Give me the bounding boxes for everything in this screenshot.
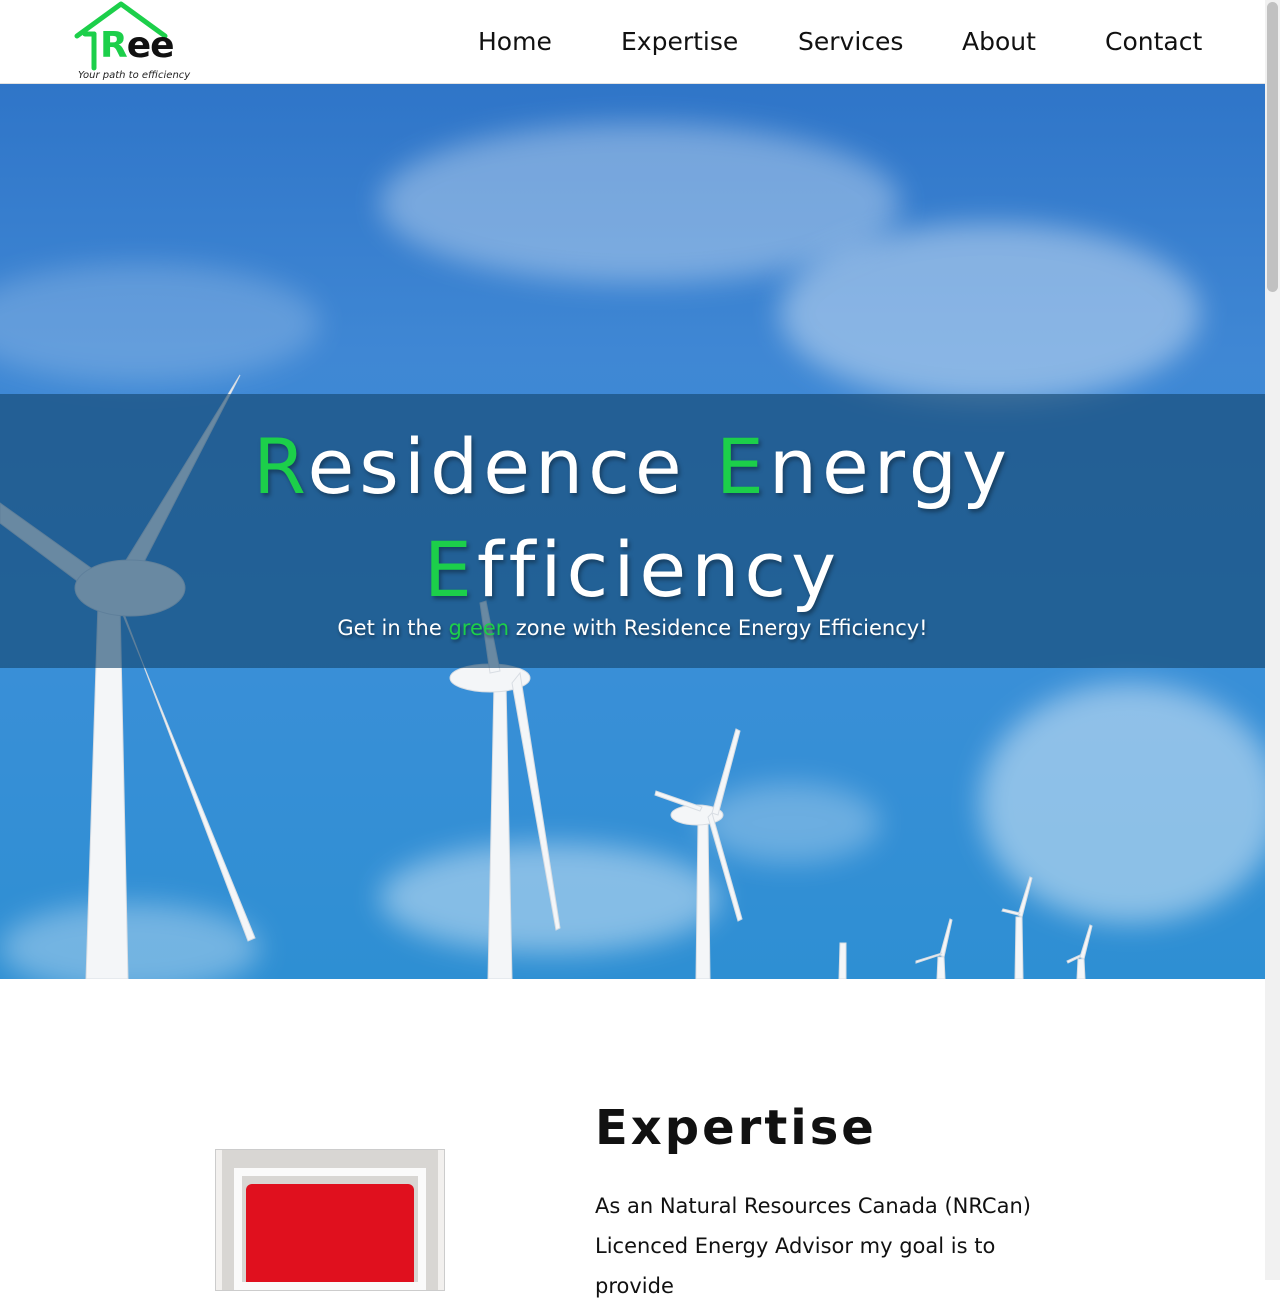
site-header: Ree Your path to efficiency Home Experti… bbox=[0, 0, 1265, 84]
hero-title-letter-r: R bbox=[253, 422, 308, 511]
hero-title-letter-e2: E bbox=[423, 525, 477, 614]
hero-banner: Residence Energy Efficiency Get in the g… bbox=[0, 83, 1265, 979]
hero-subtitle: Get in the green zone with Residence Ene… bbox=[0, 616, 1265, 640]
expertise-body-text: As an Natural Resources Canada (NRCan) L… bbox=[595, 1194, 1031, 1298]
expertise-photo-blower-door bbox=[215, 1149, 445, 1291]
nav-services[interactable]: Services bbox=[798, 24, 903, 60]
logo-letters-ee: ee bbox=[126, 25, 175, 66]
logo-letter-r: R bbox=[100, 25, 128, 66]
logo-tagline: Your path to efficiency bbox=[78, 70, 191, 81]
hero-title-line-2: Efficiency bbox=[0, 520, 1265, 620]
page-scrollbar[interactable] bbox=[1265, 0, 1280, 1280]
hero-title-line-1: Residence Energy bbox=[0, 417, 1265, 517]
nav-expertise[interactable]: Expertise bbox=[621, 24, 738, 60]
hero-title-energy-rest: nergy bbox=[768, 422, 1012, 511]
door-trim bbox=[234, 1168, 426, 1290]
hero-subtitle-after: zone with Residence Energy Efficiency! bbox=[509, 616, 928, 640]
hero-title-efficiency-rest: fficiency bbox=[476, 525, 842, 614]
hero-title-letter-e: E bbox=[715, 422, 769, 511]
nav-contact[interactable]: Contact bbox=[1105, 24, 1202, 60]
nav-home[interactable]: Home bbox=[478, 24, 552, 60]
logo-wordmark: Ree bbox=[100, 24, 175, 68]
hero-title-residence-rest: esidence bbox=[307, 422, 716, 511]
nav-about[interactable]: About bbox=[962, 24, 1036, 60]
scrollbar-thumb[interactable] bbox=[1267, 2, 1278, 292]
hero-subtitle-green: green bbox=[448, 616, 510, 640]
expertise-heading: Expertise bbox=[595, 1100, 877, 1156]
hero-subtitle-before: Get in the bbox=[337, 616, 449, 640]
site-logo[interactable]: Ree Your path to efficiency bbox=[74, 0, 190, 83]
